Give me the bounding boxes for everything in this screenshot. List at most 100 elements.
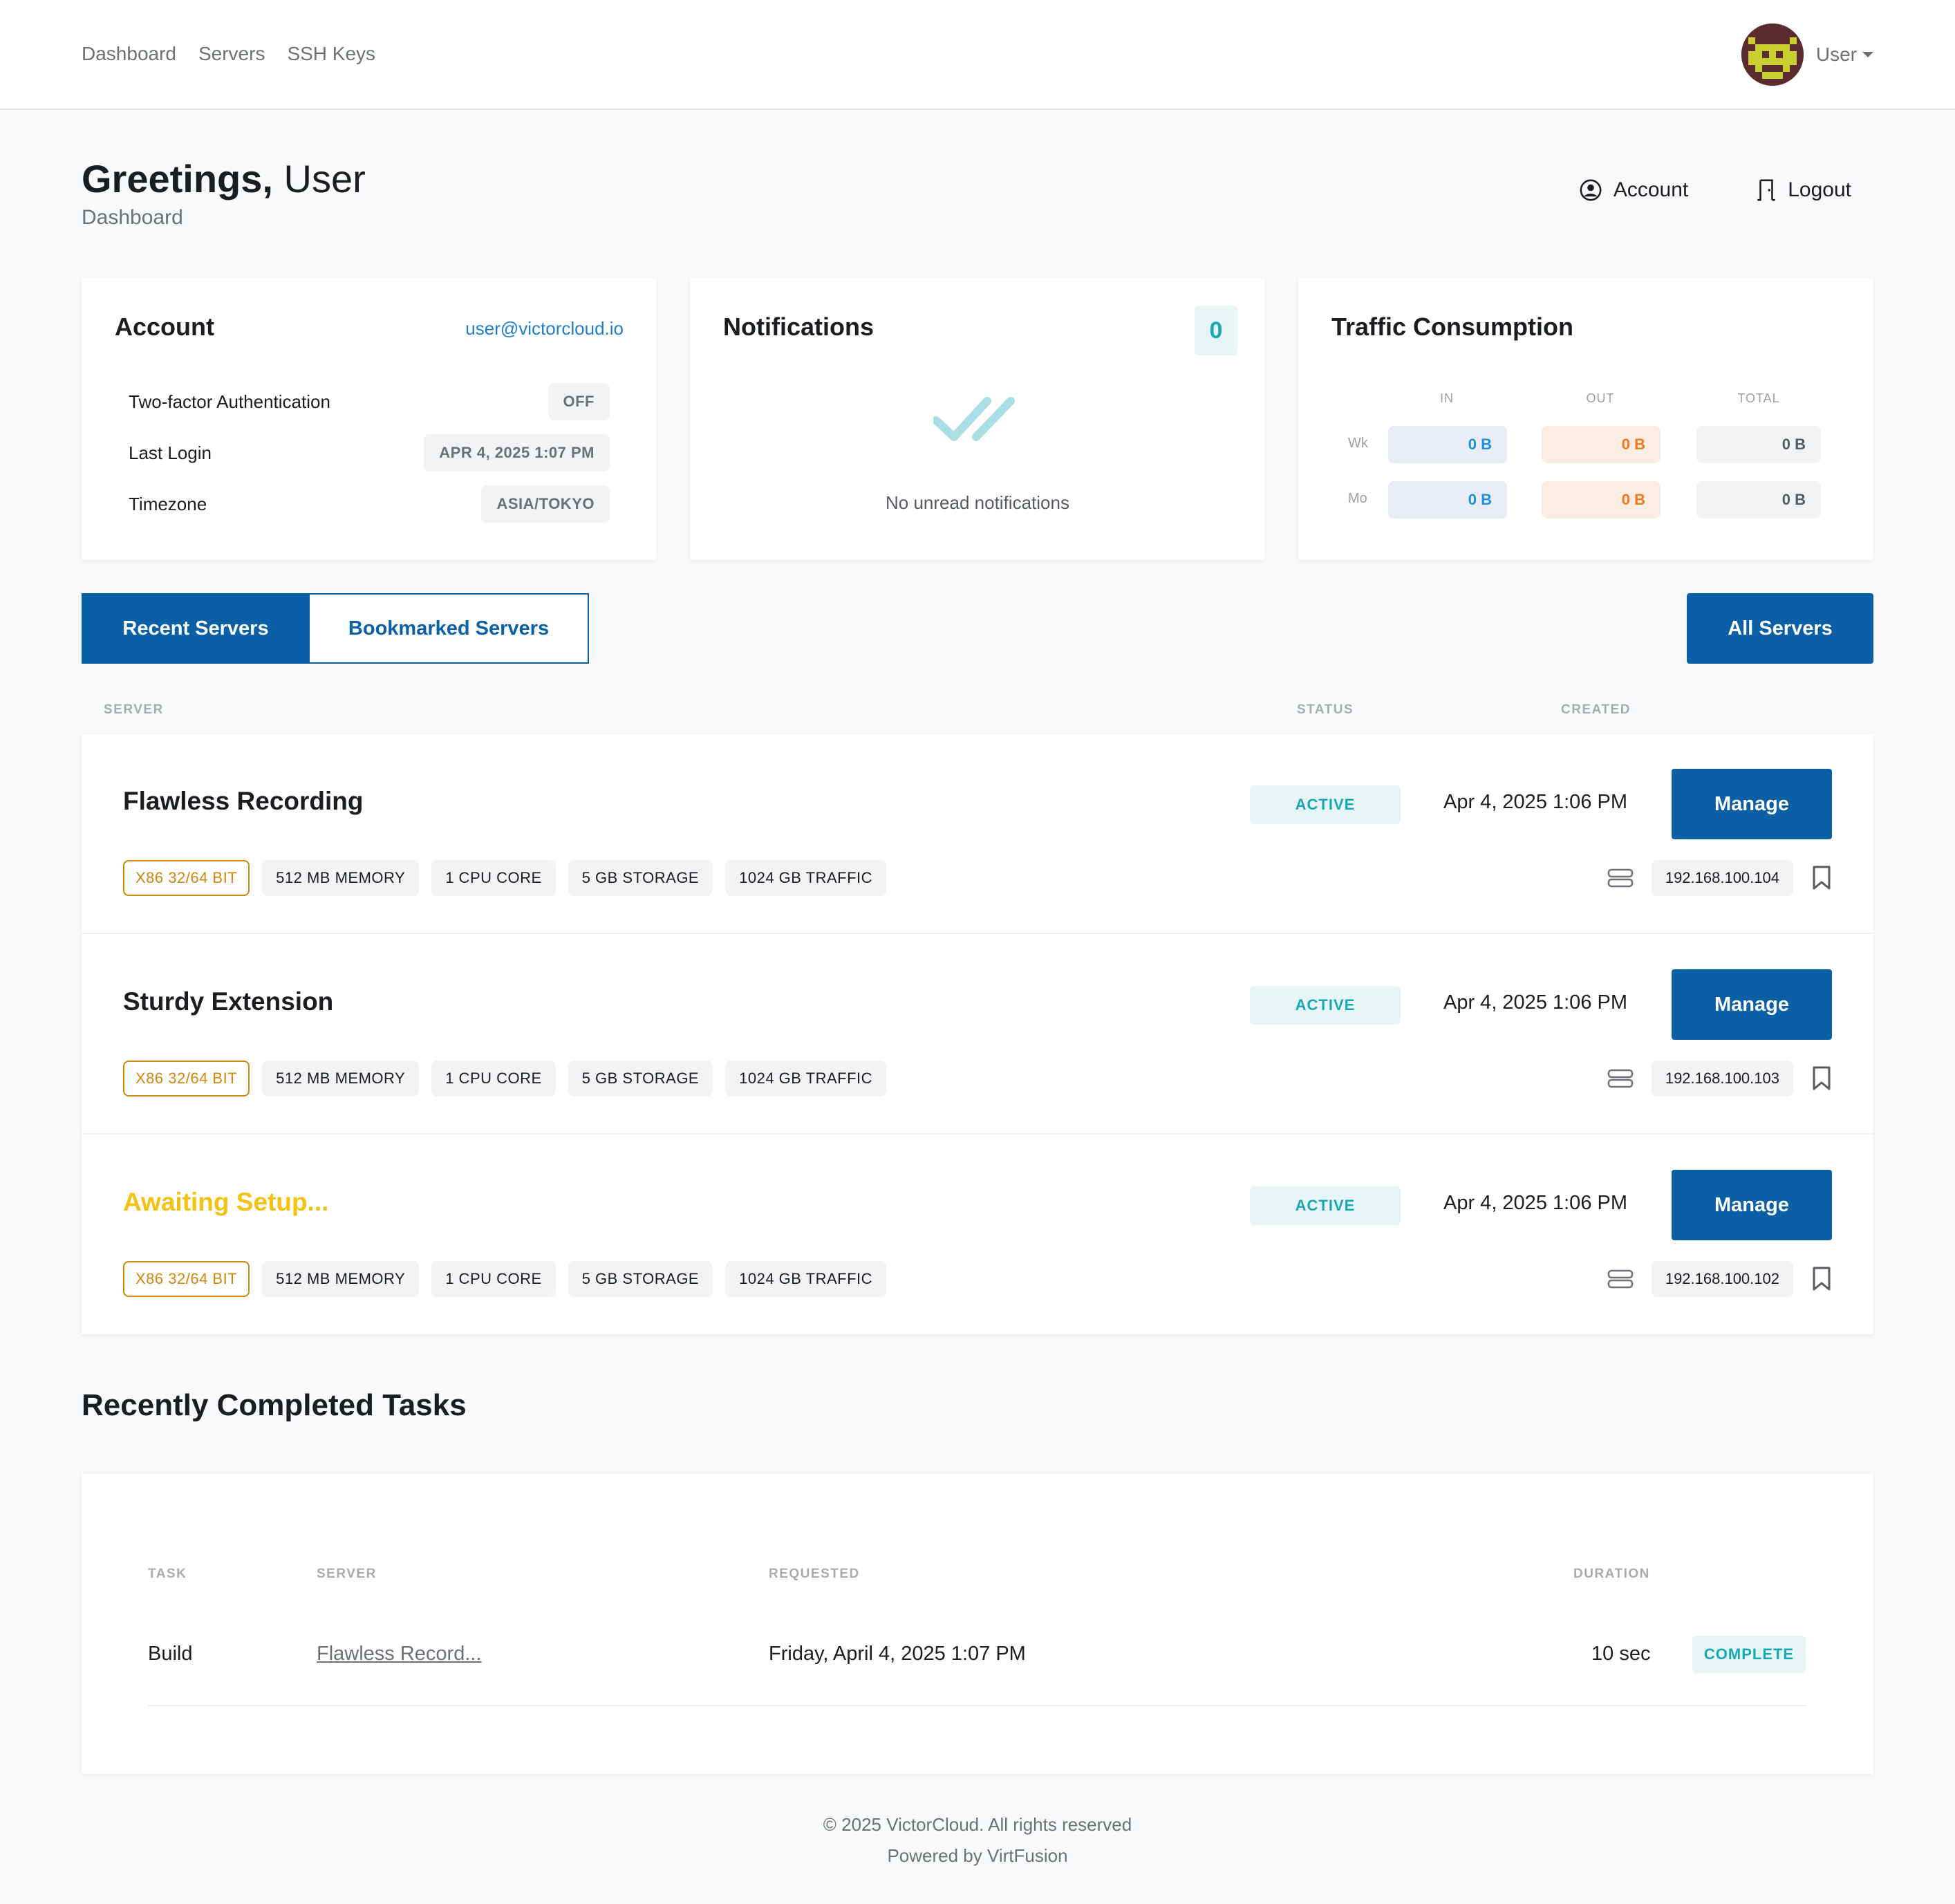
last-login-label: Last Login xyxy=(129,442,212,463)
spec-memory: 512 MB MEMORY xyxy=(262,1061,420,1096)
last-login-value: APR 4, 2025 1:07 PM xyxy=(424,434,610,472)
spec-memory: 512 MB MEMORY xyxy=(262,1261,420,1297)
logout-link-label: Logout xyxy=(1788,178,1851,201)
divider xyxy=(148,1705,1807,1706)
traffic-col-in: IN xyxy=(1440,391,1454,405)
col-head-status: STATUS xyxy=(1297,702,1354,717)
spec-traffic: 1024 GB TRAFFIC xyxy=(725,1261,887,1297)
traffic-week-out: 0 B xyxy=(1542,426,1661,463)
user-menu[interactable]: User xyxy=(1741,24,1873,86)
avatar-identicon-icon xyxy=(1741,24,1804,86)
server-rack-icon xyxy=(1607,1269,1634,1289)
traffic-row-month: Mo xyxy=(1348,491,1367,506)
server-row: Awaiting Setup... ACTIVE Apr 4, 2025 1:0… xyxy=(82,1135,1873,1335)
avatar xyxy=(1741,24,1804,86)
bookmark-icon[interactable] xyxy=(1811,1266,1832,1292)
account-email-link[interactable]: user@victorcloud.io xyxy=(465,318,624,339)
nav-links: Dashboard Servers SSH Keys xyxy=(82,43,375,65)
spec-cpu: 1 CPU CORE xyxy=(431,1261,556,1297)
footer-powered-by: Powered by VirtFusion xyxy=(887,1845,1068,1866)
nav-link-servers[interactable]: Servers xyxy=(198,43,265,65)
notifications-card-title: Notifications xyxy=(723,312,874,341)
traffic-month-out: 0 B xyxy=(1542,481,1661,519)
tab-bookmarked-servers[interactable]: Bookmarked Servers xyxy=(308,593,589,664)
task-col-requested: REQUESTED xyxy=(769,1567,860,1581)
top-navbar: Dashboard Servers SSH Keys User xyxy=(0,0,1955,110)
server-specs: X86 32/64 BIT 512 MB MEMORY 1 CPU CORE 5… xyxy=(123,1061,887,1096)
timezone-label: Timezone xyxy=(129,493,207,514)
last-login-row: Last Login APR 4, 2025 1:07 PM xyxy=(129,434,610,472)
notifications-card: Notifications 0 No unread notifications xyxy=(690,278,1265,560)
server-name[interactable]: Flawless Recording xyxy=(123,787,364,816)
server-ip-area: 192.168.100.103 xyxy=(1607,1061,1832,1096)
server-ip: 192.168.100.103 xyxy=(1651,1061,1793,1096)
double-check-icon xyxy=(933,397,1015,441)
task-col-task: TASK xyxy=(148,1567,187,1581)
server-created: Apr 4, 2025 1:06 PM xyxy=(1443,991,1627,1014)
spec-arch: X86 32/64 BIT xyxy=(123,1061,250,1096)
server-rack-icon xyxy=(1607,868,1634,888)
nav-link-ssh-keys[interactable]: SSH Keys xyxy=(287,43,375,65)
server-specs: X86 32/64 BIT 512 MB MEMORY 1 CPU CORE 5… xyxy=(123,1261,887,1297)
notifications-empty-text: No unread notifications xyxy=(886,492,1069,513)
server-created: Apr 4, 2025 1:06 PM xyxy=(1443,1192,1627,1214)
two-factor-label: Two-factor Authentication xyxy=(129,391,330,412)
spec-storage: 5 GB STORAGE xyxy=(568,1061,713,1096)
server-name[interactable]: Sturdy Extension xyxy=(123,987,333,1016)
server-ip: 192.168.100.104 xyxy=(1651,860,1793,896)
greeting-text: Greetings, xyxy=(82,157,273,200)
manage-button[interactable]: Manage xyxy=(1672,969,1832,1040)
all-servers-button[interactable]: All Servers xyxy=(1687,593,1873,664)
user-circle-icon xyxy=(1580,179,1602,201)
nav-link-dashboard[interactable]: Dashboard xyxy=(82,43,176,65)
server-name[interactable]: Awaiting Setup... xyxy=(123,1188,328,1217)
traffic-month-in: 0 B xyxy=(1388,481,1507,519)
user-name: User xyxy=(1816,44,1873,66)
task-server-link[interactable]: Flawless Record... xyxy=(317,1643,482,1665)
server-row: Sturdy Extension ACTIVE Apr 4, 2025 1:06… xyxy=(82,935,1873,1135)
page-title: Greetings, User xyxy=(82,155,366,203)
two-factor-row: Two-factor Authentication OFF xyxy=(129,383,610,420)
spec-arch: X86 32/64 BIT xyxy=(123,860,250,896)
server-ip-area: 192.168.100.102 xyxy=(1607,1261,1832,1297)
spec-storage: 5 GB STORAGE xyxy=(568,1261,713,1297)
greeting-user: User xyxy=(283,157,366,200)
traffic-col-total: TOTAL xyxy=(1737,391,1780,405)
account-card-title: Account xyxy=(115,312,214,341)
status-badge: ACTIVE xyxy=(1250,1186,1401,1225)
server-specs: X86 32/64 BIT 512 MB MEMORY 1 CPU CORE 5… xyxy=(123,860,887,896)
server-created: Apr 4, 2025 1:06 PM xyxy=(1443,791,1627,813)
task-requested: Friday, April 4, 2025 1:07 PM xyxy=(769,1643,1026,1665)
traffic-row-week: Wk xyxy=(1348,436,1368,451)
two-factor-value: OFF xyxy=(548,383,610,420)
account-link[interactable]: Account xyxy=(1579,178,1688,202)
timezone-row: Timezone ASIA/TOKYO xyxy=(129,485,610,523)
spec-memory: 512 MB MEMORY xyxy=(262,860,420,896)
bookmark-icon[interactable] xyxy=(1811,1065,1832,1092)
task-duration: 10 sec xyxy=(1591,1643,1651,1665)
spec-traffic: 1024 GB TRAFFIC xyxy=(725,1061,887,1096)
spec-cpu: 1 CPU CORE xyxy=(431,860,556,896)
page-subtitle: Dashboard xyxy=(82,206,183,229)
server-ip: 192.168.100.102 xyxy=(1651,1261,1793,1297)
server-row: Flawless Recording ACTIVE Apr 4, 2025 1:… xyxy=(82,734,1873,934)
spec-cpu: 1 CPU CORE xyxy=(431,1061,556,1096)
bookmark-icon[interactable] xyxy=(1811,865,1832,891)
tab-recent-servers[interactable]: Recent Servers xyxy=(82,593,310,664)
spec-arch: X86 32/64 BIT xyxy=(123,1261,250,1297)
user-name-label: User xyxy=(1815,44,1857,65)
caret-down-icon xyxy=(1862,52,1873,57)
server-rack-icon xyxy=(1607,1069,1634,1088)
traffic-month-total: 0 B xyxy=(1696,481,1821,519)
manage-button[interactable]: Manage xyxy=(1672,769,1832,839)
status-badge: ACTIVE xyxy=(1250,785,1401,824)
server-ip-area: 192.168.100.104 xyxy=(1607,860,1832,896)
col-head-server: SERVER xyxy=(104,702,164,717)
timezone-value: ASIA/TOKYO xyxy=(481,485,610,523)
logout-link[interactable]: Logout xyxy=(1756,178,1851,202)
task-name: Build xyxy=(148,1643,193,1665)
task-col-server: SERVER xyxy=(317,1567,377,1581)
manage-button[interactable]: Manage xyxy=(1672,1170,1832,1240)
traffic-card: Traffic Consumption IN OUT TOTAL Wk 0 B … xyxy=(1298,278,1873,560)
status-badge: ACTIVE xyxy=(1250,986,1401,1025)
